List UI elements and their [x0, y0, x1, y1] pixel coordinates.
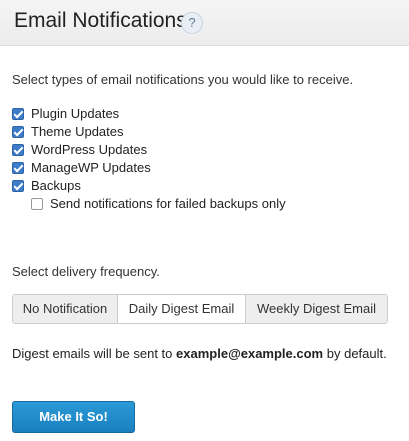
checkbox-theme-updates[interactable] — [12, 126, 24, 138]
weekly-digest-button[interactable]: Weekly Digest Email — [245, 295, 387, 323]
digest-prefix: Digest emails will be sent to — [12, 346, 173, 361]
no-notification-button[interactable]: No Notification — [13, 295, 117, 323]
notification-types-instructions: Select types of email notifications you … — [12, 72, 354, 87]
digest-info-text: Digest emails will be sent to example@ex… — [12, 346, 387, 361]
option-label: Send notifications for failed backups on… — [50, 196, 286, 211]
checkbox-managewp-updates[interactable] — [12, 162, 24, 174]
option-label: WordPress Updates — [31, 142, 148, 157]
make-it-so-button[interactable]: Make It So! — [12, 401, 135, 433]
checkbox-backups[interactable] — [12, 180, 24, 192]
checkbox-failed-backups-only[interactable] — [31, 198, 43, 210]
option-label: Plugin Updates — [31, 106, 120, 121]
option-label: Backups — [31, 178, 81, 193]
option-label: ManageWP Updates — [31, 160, 151, 175]
option-label: Theme Updates — [31, 124, 124, 139]
question-mark-icon[interactable]: ? — [181, 12, 203, 34]
digest-suffix: by default. — [326, 346, 387, 361]
checkbox-plugin-updates[interactable] — [12, 108, 24, 120]
delivery-frequency-label: Select delivery frequency. — [12, 264, 160, 279]
digest-email: example@example.com — [176, 346, 324, 361]
checkbox-wordpress-updates[interactable] — [12, 144, 24, 156]
delivery-frequency-selector: No Notification Daily Digest Email Weekl… — [12, 294, 388, 324]
daily-digest-button[interactable]: Daily Digest Email — [117, 295, 245, 323]
page-title: Email Notifications — [14, 9, 187, 32]
panel-header: Email Notifications ? — [0, 0, 409, 46]
